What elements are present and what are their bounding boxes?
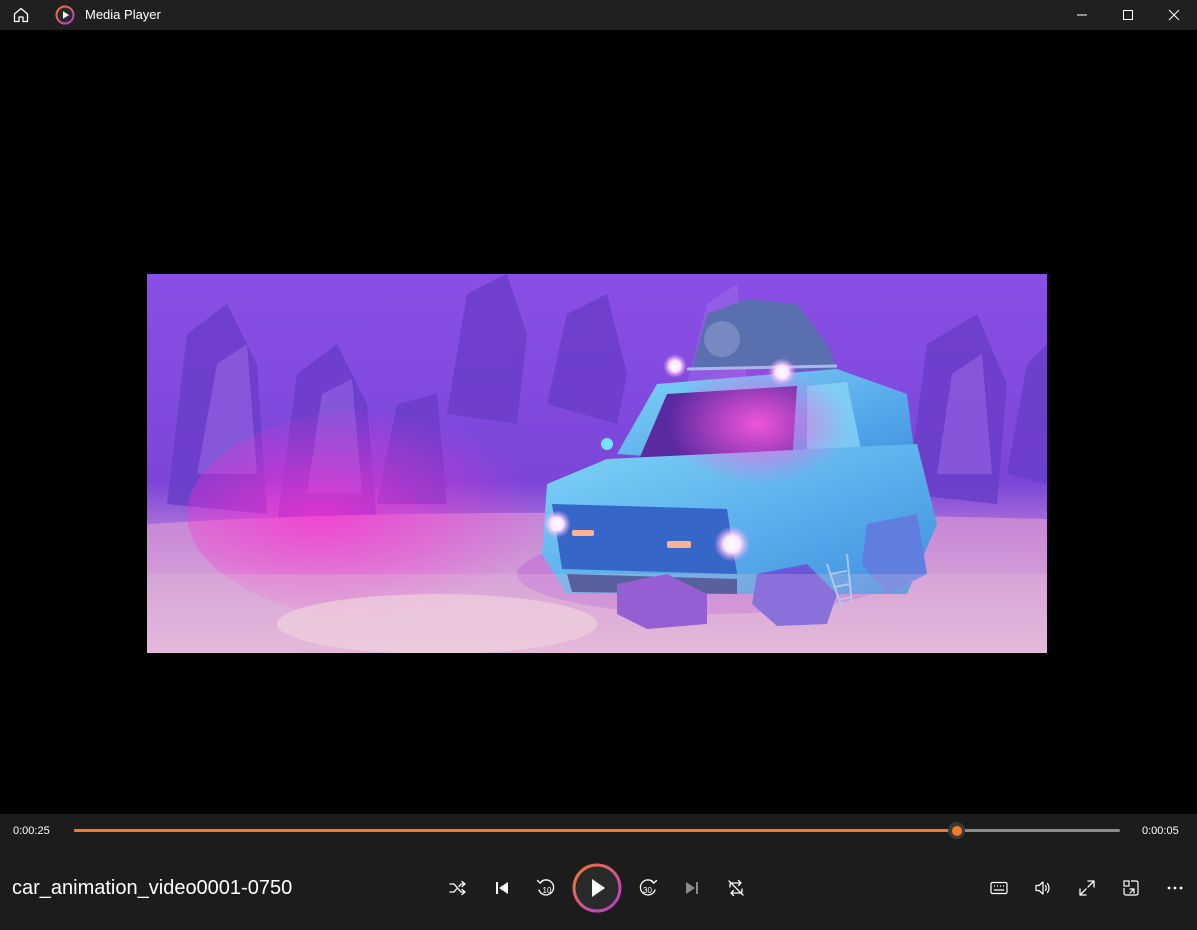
seek-progress — [74, 829, 957, 832]
mini-player-button[interactable] — [1113, 870, 1149, 906]
svg-text:30: 30 — [643, 886, 652, 895]
more-icon — [1167, 886, 1183, 890]
mini-player-icon — [1123, 880, 1139, 896]
close-icon — [1168, 9, 1180, 21]
media-player-app-icon — [55, 5, 75, 25]
more-options-button[interactable] — [1157, 870, 1193, 906]
window-title: Media Player — [85, 7, 161, 22]
repeat-icon — [728, 879, 744, 897]
seek-slider[interactable] — [74, 822, 1120, 839]
minimize-icon — [1077, 14, 1087, 16]
skip-forward-30-button[interactable]: 30 — [630, 870, 666, 906]
captions-icon — [990, 881, 1008, 895]
skip-back-10-icon: 10 — [536, 879, 555, 896]
captions-button[interactable] — [981, 870, 1017, 906]
previous-button[interactable] — [484, 870, 520, 906]
maximize-button[interactable] — [1105, 0, 1151, 30]
repeat-button[interactable] — [718, 870, 754, 906]
previous-icon — [496, 882, 508, 894]
seek-thumb[interactable] — [948, 822, 966, 839]
video-scene-image — [147, 274, 1047, 653]
elapsed-time: 0:00:25 — [13, 825, 50, 837]
minimize-button[interactable] — [1059, 0, 1105, 30]
home-icon — [13, 7, 29, 23]
playback-controls-bar: 0:00:25 0:00:05 car_animation_video0001-… — [0, 814, 1197, 930]
video-frame[interactable] — [147, 274, 1047, 653]
svg-text:10: 10 — [543, 886, 552, 895]
close-button[interactable] — [1151, 0, 1197, 30]
play-button[interactable] — [572, 863, 622, 913]
remaining-time: 0:00:05 — [1142, 825, 1179, 837]
play-icon — [572, 863, 622, 913]
next-button[interactable] — [674, 870, 710, 906]
volume-button[interactable] — [1025, 870, 1061, 906]
home-button[interactable] — [10, 4, 32, 26]
skip-forward-30-icon: 30 — [639, 879, 658, 896]
media-title: car_animation_video0001-0750 — [12, 877, 293, 899]
fullscreen-icon — [1079, 880, 1095, 896]
shuffle-icon — [449, 880, 466, 896]
volume-icon — [1035, 881, 1050, 895]
title-bar: Media Player — [0, 0, 1197, 30]
maximize-icon — [1123, 10, 1133, 20]
skip-back-10-button[interactable]: 10 — [528, 870, 564, 906]
video-area[interactable] — [0, 30, 1197, 814]
fullscreen-button[interactable] — [1069, 870, 1105, 906]
shuffle-button[interactable] — [440, 870, 476, 906]
next-icon — [686, 882, 698, 894]
